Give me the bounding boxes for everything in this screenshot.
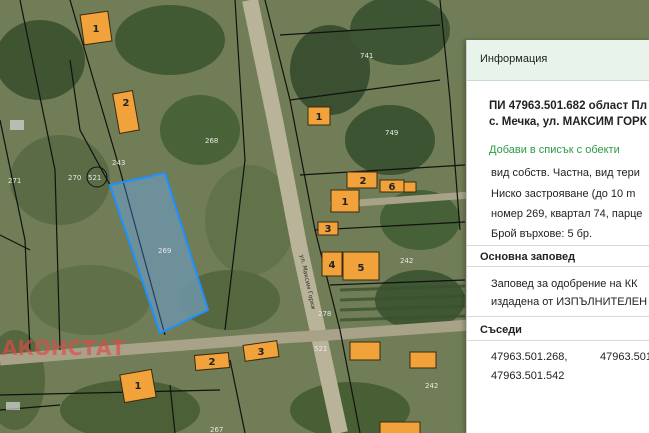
building[interactable]: 2 [346,171,378,189]
building[interactable]: 2 [193,352,231,371]
desc-line: Ниско застрояване (до 10 m [491,188,636,200]
building[interactable]: 4 [321,251,343,277]
svg-text:243: 243 [112,159,125,167]
neighbor-item[interactable]: 47963.501 [600,351,649,363]
building[interactable]: 1 [119,368,157,404]
svg-text:268: 268 [205,137,218,145]
info-panel: Информация ПИ 47963.501.682 област Пл с.… [466,40,649,433]
desc-line: номер 269, квартал 74, парце [491,208,643,220]
neighbor-item[interactable]: 47963.501.542 [491,370,564,382]
svg-text:3: 3 [258,347,265,358]
svg-text:2: 2 [123,98,130,109]
desc-line: вид собств. Частна, вид тери [491,167,640,179]
divider [467,340,649,341]
watermark: АКОНСТАТ [2,336,125,360]
divider [467,266,649,267]
svg-text:749: 749 [385,129,398,137]
order-line: Заповед за одобрение на КК [491,278,638,290]
building[interactable]: 6 [379,179,405,193]
parcel-title-line2: с. Мечка, ул. МАКСИМ ГОРК [489,116,647,128]
building[interactable]: 5 [342,251,380,281]
building[interactable]: 1 [79,10,113,46]
svg-text:521: 521 [314,345,327,353]
building[interactable]: 1 [307,106,331,126]
add-to-list-link[interactable]: Добави в списък с обекти [489,144,620,156]
svg-text:1: 1 [93,24,100,35]
svg-text:267: 267 [210,426,223,433]
building[interactable]: 1 [330,189,360,213]
svg-text:4: 4 [329,260,336,271]
svg-text:521: 521 [88,174,101,182]
neighbors-section-title: Съседи [480,324,522,336]
svg-text:5: 5 [358,263,365,274]
building[interactable]: 3 [317,221,339,236]
order-line: издадена от ИЗПЪЛНИТЕЛЕН Д [491,296,649,308]
svg-text:2: 2 [360,176,367,187]
divider [467,316,649,317]
svg-text:741: 741 [360,52,373,60]
panel-header: Информация [467,40,649,81]
svg-text:278: 278 [318,310,331,318]
svg-text:1: 1 [316,112,323,123]
svg-text:269: 269 [158,247,171,255]
svg-text:3: 3 [325,224,332,235]
order-section-title: Основна заповед [480,251,576,263]
svg-text:1: 1 [135,381,142,392]
neighbor-item[interactable]: 47963.501.268, [491,351,567,363]
svg-text:6: 6 [389,182,396,193]
svg-text:242: 242 [425,382,438,390]
desc-line: Брой върхове: 5 бр. [491,228,593,240]
svg-text:2: 2 [209,357,216,368]
svg-text:242: 242 [400,257,413,265]
panel-header-title: Информация [480,53,548,65]
svg-text:270: 270 [68,174,81,182]
divider [467,245,649,246]
svg-text:271: 271 [8,177,21,185]
svg-text:1: 1 [342,197,349,208]
parcel-title-line1: ПИ 47963.501.682 област Пл [489,100,648,112]
